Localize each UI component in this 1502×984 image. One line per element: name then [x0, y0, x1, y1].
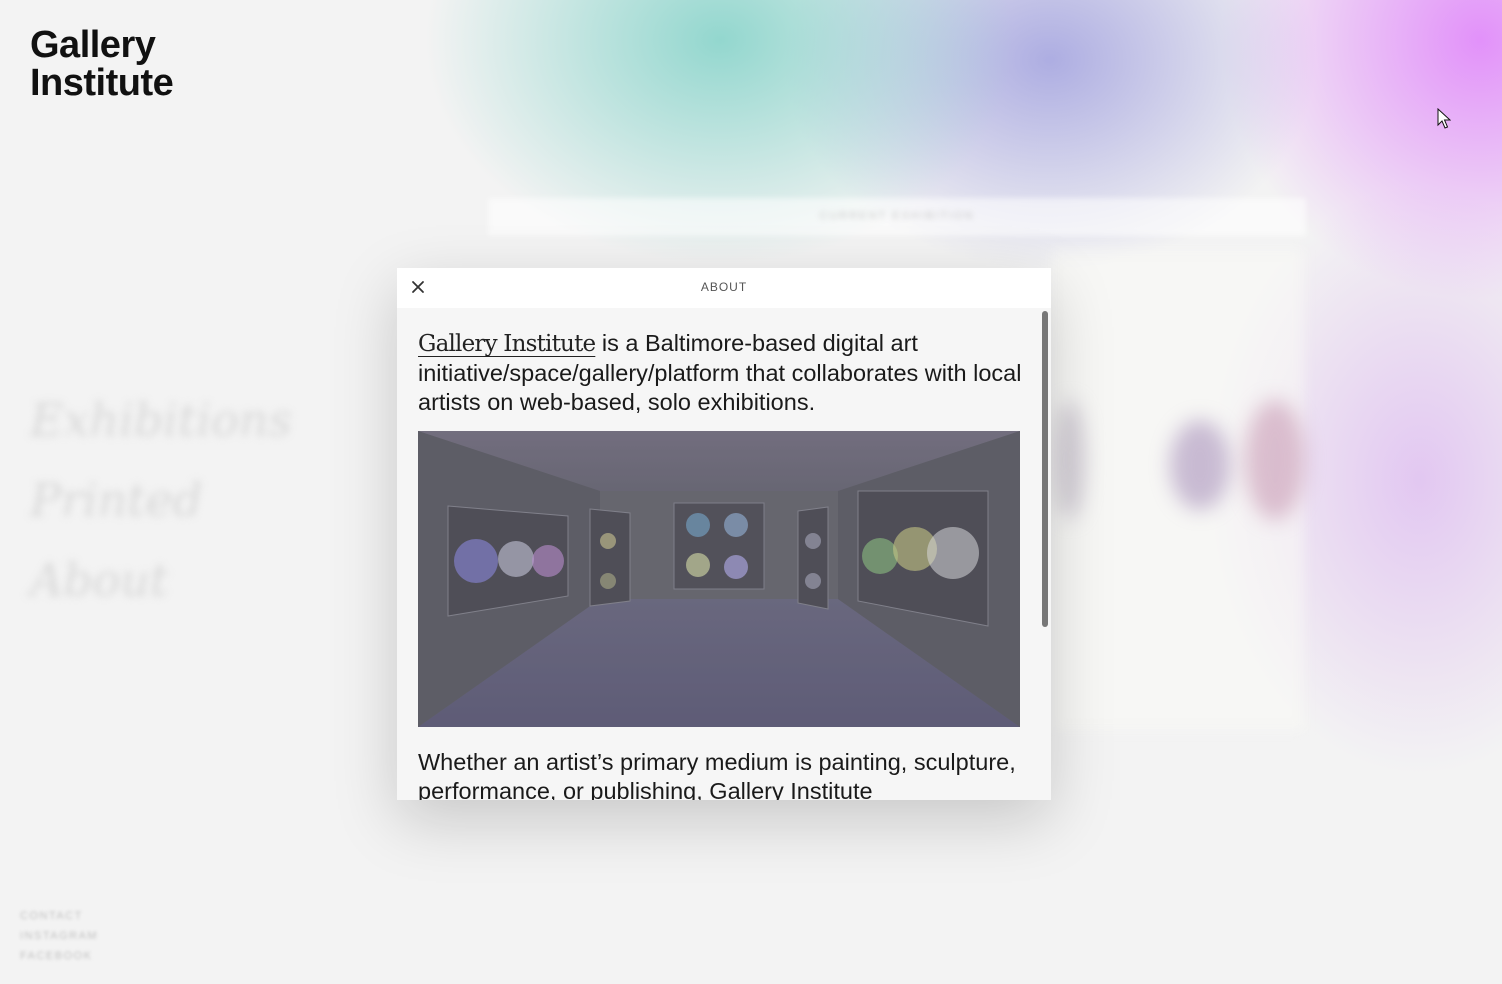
background-footer: CONTACT INSTAGRAM FACEBOOK [20, 906, 98, 966]
gallery-institute-link[interactable]: Gallery Institute [418, 331, 596, 357]
second-paragraph: Whether an artist’s primary medium is pa… [418, 749, 1016, 800]
background-nav: Exhibitions Printed About [30, 380, 292, 620]
nav-item-printed: Printed [30, 473, 203, 527]
mouse-cursor-icon [1437, 108, 1451, 129]
nav-item-about: About [30, 553, 169, 607]
logo-line-2: Institute [30, 62, 174, 104]
modal-body[interactable]: Gallery Institute is a Baltimore-based d… [397, 308, 1051, 800]
background-blob [1245, 400, 1305, 520]
background-blob [1170, 420, 1230, 510]
background-exhibition-bar: CURRENT EXHIBITION [488, 198, 1306, 236]
modal-scrollbar[interactable] [1042, 311, 1048, 627]
gallery-room-image [418, 431, 1020, 727]
footer-contact: CONTACT [20, 910, 83, 922]
modal-title: ABOUT [700, 280, 748, 294]
modal-header: ABOUT [397, 268, 1051, 308]
intro-paragraph: Gallery Institute is a Baltimore-based d… [418, 329, 1024, 417]
background-bar-label: CURRENT EXHIBITION [819, 210, 975, 222]
footer-facebook: FACEBOOK [20, 950, 93, 962]
background-blob [1055, 400, 1085, 520]
footer-instagram: INSTAGRAM [20, 930, 99, 942]
nav-item-exhibitions: Exhibitions [30, 393, 293, 447]
logo-line-1: Gallery [30, 24, 156, 66]
site-logo[interactable]: Gallery Institute [30, 24, 174, 104]
about-modal: ABOUT Gallery Institute is a Baltimore-b… [397, 268, 1051, 800]
